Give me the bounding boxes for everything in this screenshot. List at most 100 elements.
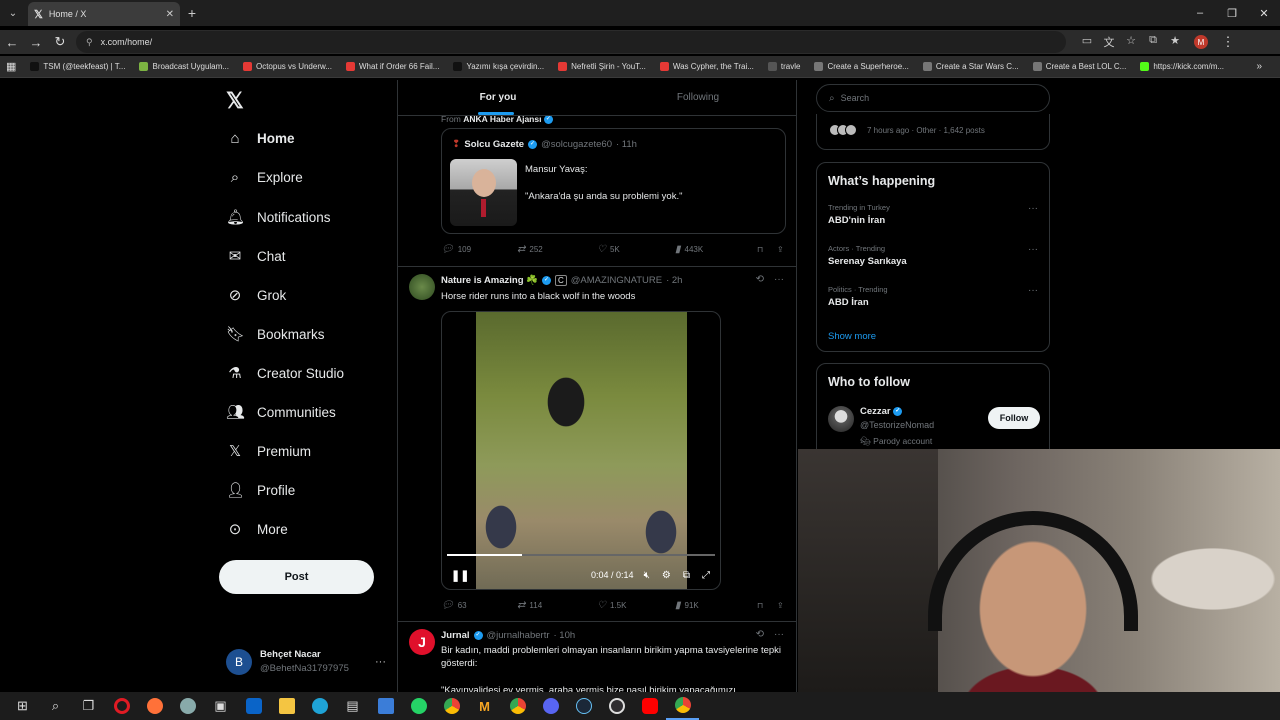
trend-more-icon[interactable]: ···	[1028, 285, 1038, 296]
show-more-link[interactable]: Show more	[828, 331, 876, 342]
post-button[interactable]: Post	[219, 560, 374, 594]
post-author-name[interactable]: Nature is Amazing ☘️	[441, 275, 538, 286]
browser-menu-icon[interactable]: ⋮	[1216, 34, 1240, 50]
repost-button[interactable]: ⇄ 252	[517, 244, 597, 255]
tab-following[interactable]: Following	[598, 80, 796, 115]
quote-thumbnail[interactable]	[450, 159, 517, 226]
reply-button[interactable]: 💬︎ 109	[441, 244, 517, 255]
fullscreen-icon[interactable]: ⤢	[702, 570, 710, 581]
steam-icon[interactable]	[567, 692, 600, 720]
like-button[interactable]: ♡ 5K	[597, 244, 675, 255]
follow-button[interactable]: Follow	[988, 407, 1040, 429]
account-more-icon[interactable]: ···	[375, 656, 386, 668]
tab-search-chevron-icon[interactable]: ⌄	[0, 0, 26, 26]
bookmark-item[interactable]: Create a Superheroe...	[814, 62, 909, 71]
restore-icon[interactable]: ❐	[1216, 0, 1248, 26]
video-player[interactable]: ❚❚ 0:04 / 0:14 🔇︎ ⚙ ⧉ ⤢	[441, 311, 721, 590]
nav-item-bookmarks[interactable]: 🔖︎ Bookmarks	[226, 325, 325, 343]
star-icon[interactable]: ☆	[1120, 34, 1142, 50]
close-window-icon[interactable]: ✕	[1248, 0, 1280, 26]
share-icon[interactable]: ⇪	[777, 245, 784, 254]
bookmark-icon[interactable]: ⊓	[757, 245, 777, 254]
mute-icon[interactable]: 🔇︎	[644, 570, 650, 581]
whatsapp-icon[interactable]	[402, 692, 435, 720]
more-icon[interactable]: ···	[774, 274, 784, 285]
views-button[interactable]: ▮ 443K	[675, 244, 757, 255]
chrome-icon[interactable]	[435, 692, 468, 720]
app-icon[interactable]: ▤	[336, 692, 369, 720]
trend-item[interactable]: Actors · Trending Serenay Sarıkaya ···	[828, 244, 1038, 267]
account-switcher[interactable]: B Behçet Nacar @BehetNa31797975 ···	[226, 648, 386, 676]
quoted-post[interactable]: ❢ Solcu Gazete ✓ @solcugazete60 · 11h Ma…	[441, 128, 786, 234]
discord-icon[interactable]	[534, 692, 567, 720]
follow-suggestion[interactable]: Cezzar ✓ @TestorizeNomad 🎭︎ Parody accou…	[828, 406, 1040, 450]
more-icon[interactable]: ···	[774, 629, 784, 640]
bookmark-item[interactable]: https://kick.com/m...	[1140, 62, 1224, 71]
nav-item-grok[interactable]: ⊘ Grok	[226, 286, 287, 304]
nav-item-home[interactable]: ⌂ Home	[226, 130, 294, 147]
views-button[interactable]: ▮ 91K	[675, 600, 757, 611]
bookmark-icon[interactable]: ⊓	[757, 601, 777, 610]
trend-more-icon[interactable]: ···	[1028, 244, 1038, 255]
forward-icon[interactable]: →	[24, 35, 48, 50]
opera-icon[interactable]	[105, 692, 138, 720]
browser-tab[interactable]: 𝕏 Home / X ✕	[28, 2, 180, 26]
tab-for-you[interactable]: For you	[398, 80, 598, 115]
minimize-icon[interactable]: –	[1184, 0, 1216, 26]
task-view-icon[interactable]: ❐	[72, 692, 105, 720]
nav-item-communities[interactable]: 👥︎ Communities	[226, 403, 336, 421]
chrome-active-icon[interactable]	[666, 692, 699, 720]
apps-grid-icon[interactable]: ▦	[6, 60, 16, 73]
settings-icon[interactable]: ⚙	[662, 570, 671, 581]
nav-item-explore[interactable]: ⌕ Explore	[226, 169, 303, 186]
file-explorer-icon[interactable]	[270, 692, 303, 720]
site-info-icon[interactable]: ⚲	[86, 37, 93, 48]
trend-card-remnant[interactable]: 7 hours ago · Other · 1,642 posts	[816, 114, 1050, 150]
more-bookmarks-icon[interactable]: »	[1256, 61, 1262, 72]
store-icon[interactable]: ▣	[204, 692, 237, 720]
chrome-icon[interactable]	[501, 692, 534, 720]
profile-avatar[interactable]: M	[1194, 35, 1208, 49]
photos-icon[interactable]	[369, 692, 402, 720]
pip-icon[interactable]: ⧉	[683, 570, 690, 581]
bookmark-item[interactable]: Was Cypher, the Trai...	[659, 62, 754, 71]
bookmark-item[interactable]: Yazımı kışa çevirdin...	[453, 62, 544, 71]
post-avatar[interactable]	[409, 274, 435, 300]
trend-item[interactable]: Trending in Turkey ABD'nin İran ···	[828, 203, 1038, 226]
repost-button[interactable]: ⇄ 114	[517, 600, 597, 611]
pause-icon[interactable]: ❚❚	[451, 569, 469, 582]
nav-item-premium[interactable]: 𝕏 Premium	[226, 442, 311, 460]
search-input[interactable]: ⌕ Search	[816, 84, 1050, 112]
bookmark-item[interactable]: Octopus vs Underw...	[242, 62, 332, 71]
reload-icon[interactable]: ↻	[48, 34, 72, 50]
url-bar[interactable]: ⚲ x.com/home/	[76, 31, 1066, 53]
grok-explain-icon[interactable]: ⟲	[756, 629, 764, 640]
obs-icon[interactable]	[600, 692, 633, 720]
firefox-icon[interactable]	[138, 692, 171, 720]
app-m-icon[interactable]: M	[468, 692, 501, 720]
edge-icon[interactable]	[303, 692, 336, 720]
trend-item[interactable]: Politics · Trending ABD İran ···	[828, 285, 1038, 308]
post-author-name[interactable]: Jurnal	[441, 630, 470, 641]
windows-start-icon[interactable]: ⊞	[6, 692, 39, 720]
quote-author-name[interactable]: Solcu Gazete	[464, 139, 524, 150]
nav-item-more[interactable]: ⊙ More	[226, 520, 288, 538]
grok-explain-icon[interactable]: ⟲	[756, 274, 764, 285]
bookmark-item[interactable]: What if Order 66 Fail...	[346, 62, 439, 71]
cast-icon[interactable]: ▭	[1076, 34, 1098, 50]
share-icon[interactable]: ⇪	[777, 601, 784, 610]
new-tab-icon[interactable]: +	[180, 5, 204, 21]
app-icon[interactable]	[171, 692, 204, 720]
mail-icon[interactable]	[237, 692, 270, 720]
suggestion-avatar[interactable]	[828, 406, 854, 432]
nav-item-chat[interactable]: ✉ Chat	[226, 247, 286, 265]
trend-more-icon[interactable]: ···	[1028, 203, 1038, 214]
extensions-icon[interactable]: ⧉	[1142, 34, 1164, 50]
bookmark-item[interactable]: Nefretli Şirin - YouT...	[558, 62, 646, 71]
translate-icon[interactable]: 文	[1098, 34, 1120, 50]
search-icon[interactable]: ⌕	[39, 692, 72, 720]
youtube-icon[interactable]	[633, 692, 666, 720]
video-progress-bar[interactable]	[447, 554, 715, 556]
like-button[interactable]: ♡ 1.5K	[597, 600, 675, 611]
reply-button[interactable]: 💬︎ 63	[441, 600, 517, 611]
